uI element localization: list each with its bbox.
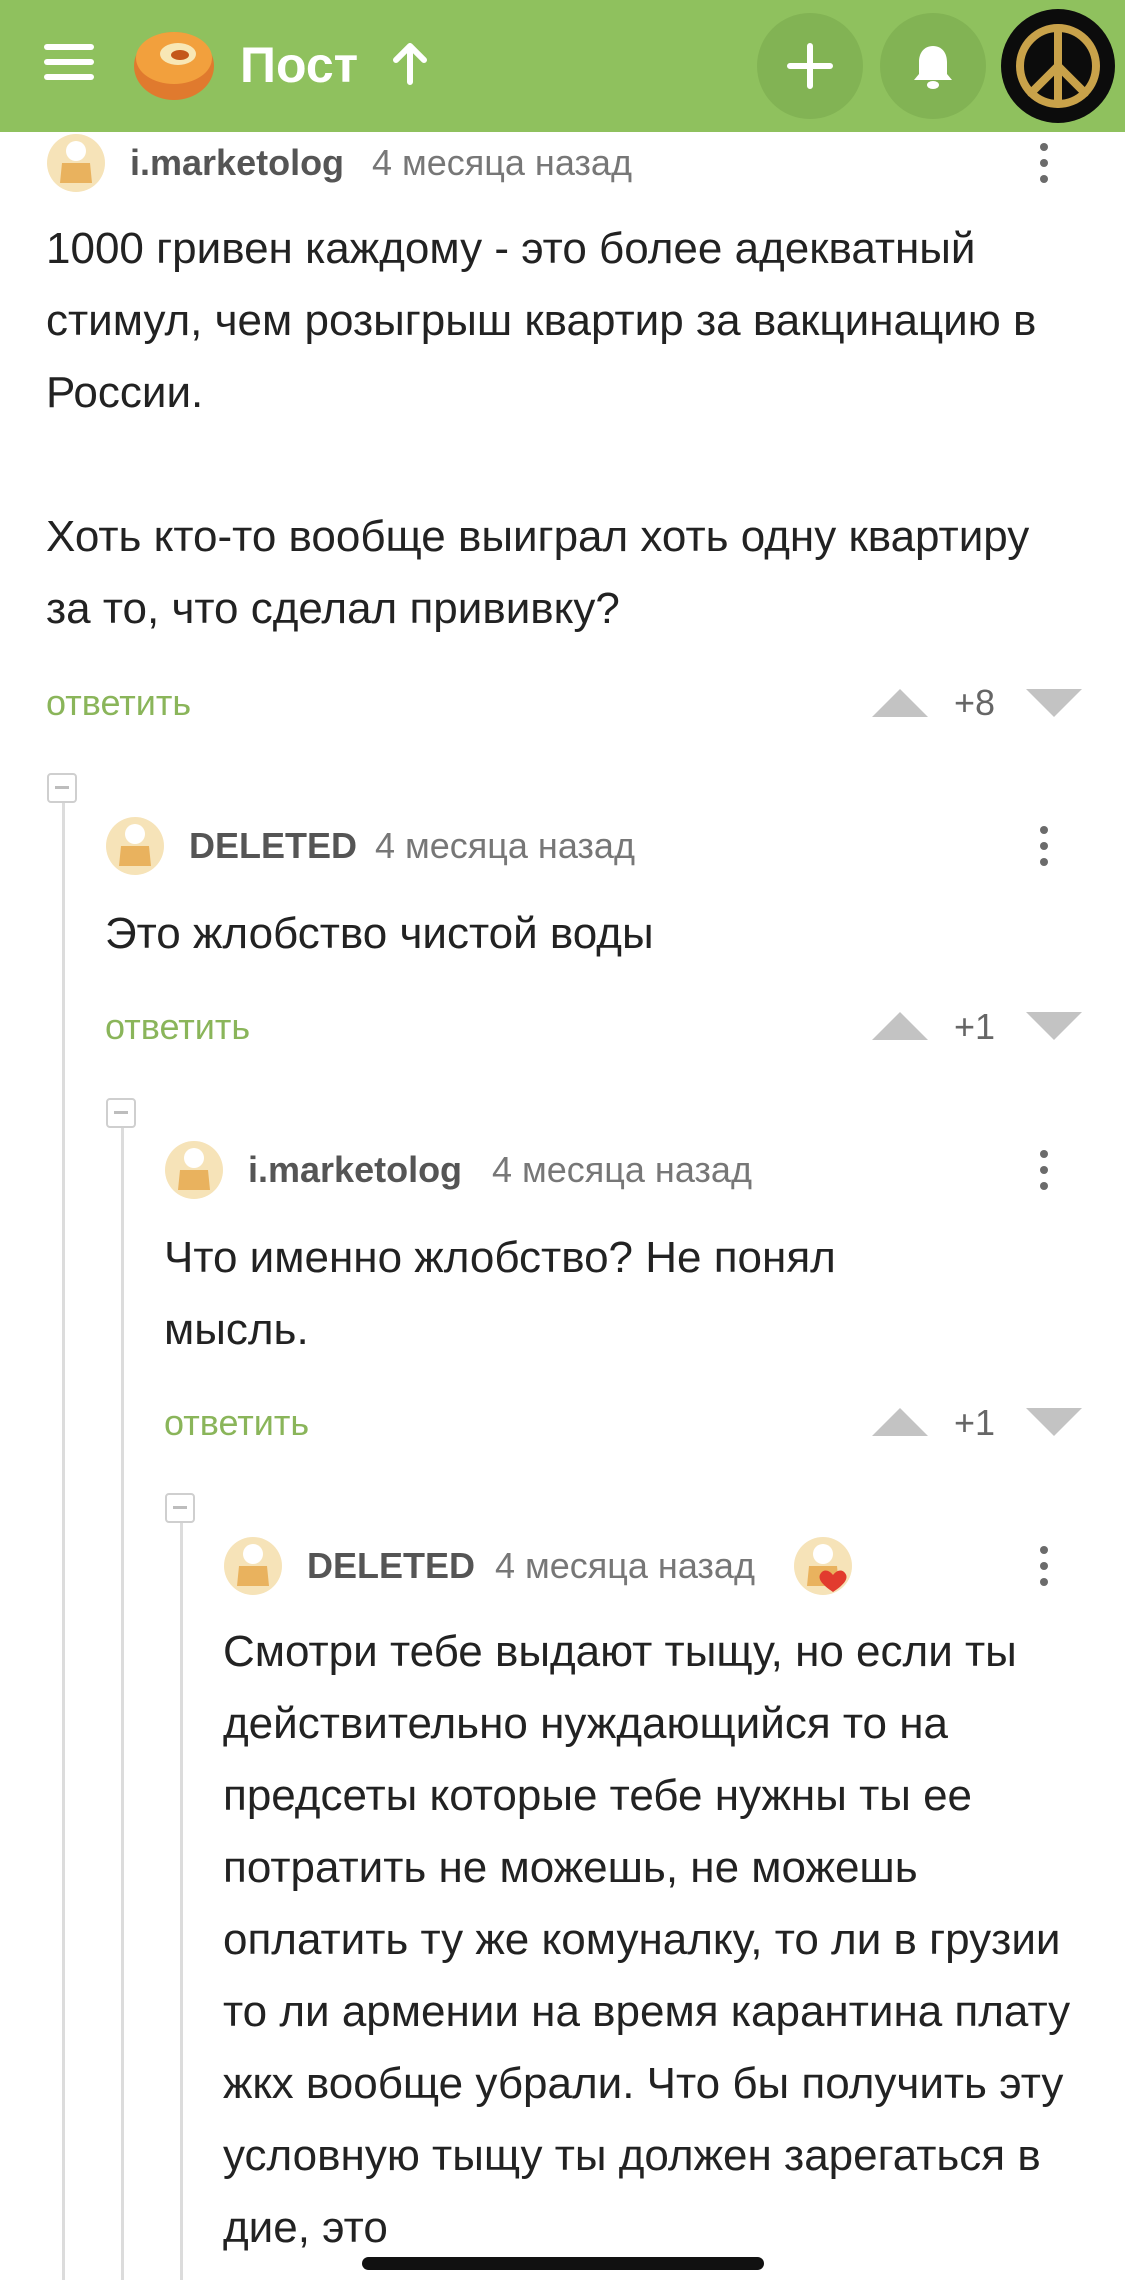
- more-options-icon[interactable]: [1024, 1536, 1064, 1596]
- upvote-icon[interactable]: [872, 689, 928, 717]
- plus-icon: [787, 43, 833, 89]
- thread-line: [180, 1520, 183, 2280]
- comment-score: +1: [954, 1006, 996, 1047]
- upvote-icon[interactable]: [872, 1012, 928, 1040]
- comment-text: Что именно жлобство? Не понял мысль.: [164, 1233, 836, 1354]
- peace-symbol-icon: [1016, 24, 1100, 108]
- reply-button[interactable]: ответить: [164, 1398, 309, 1448]
- page-title: Пост: [240, 37, 359, 93]
- comment: i.marketolog 4 месяца назад 1000 гривен …: [46, 133, 1086, 733]
- notifications-button[interactable]: [880, 13, 986, 119]
- user-avatar-icon[interactable]: [105, 816, 165, 876]
- comment-author[interactable]: i.marketolog: [248, 1140, 462, 1200]
- bell-icon: [914, 46, 952, 89]
- comment-text: Смотри тебе выдают тыщу, но если ты дейс…: [223, 1627, 1071, 2252]
- downvote-icon[interactable]: [1026, 689, 1082, 717]
- comment-time: 4 месяца назад: [495, 1545, 755, 1586]
- thread-line: [62, 800, 65, 2280]
- more-options-icon[interactable]: [1024, 133, 1064, 193]
- top-app-bar: Пост: [0, 0, 1125, 132]
- more-options-icon[interactable]: [1024, 1140, 1064, 1200]
- comment: i.marketolog 4 месяца назад Что именно ж…: [164, 1140, 1086, 1460]
- reply-button[interactable]: ответить: [46, 678, 191, 728]
- downvote-icon[interactable]: [1026, 1012, 1082, 1040]
- hamburger-menu-icon[interactable]: [44, 44, 94, 80]
- collapse-thread-button[interactable]: [106, 1098, 136, 1128]
- more-options-icon[interactable]: [1024, 816, 1064, 876]
- comment-text: 1000 гривен каждому - это более адекватн…: [46, 224, 1037, 633]
- comment-score: +1: [954, 1402, 996, 1443]
- comment-score: +8: [954, 682, 996, 723]
- downvote-icon[interactable]: [1026, 1408, 1082, 1436]
- comment-author[interactable]: i.marketolog: [130, 133, 344, 193]
- collapse-thread-button[interactable]: [47, 773, 77, 803]
- comment-time: 4 месяца назад: [372, 142, 632, 183]
- comment-time: 4 месяца назад: [375, 825, 635, 866]
- upvote-icon[interactable]: [872, 1408, 928, 1436]
- arrow-up-icon[interactable]: [390, 42, 430, 86]
- comment: DELETED 4 месяца назад Это жлобство чист…: [105, 816, 1086, 1056]
- collapse-thread-button[interactable]: [165, 1493, 195, 1523]
- user-avatar-icon[interactable]: [46, 133, 106, 193]
- comment-text: Это жлобство чистой воды: [105, 909, 654, 958]
- reply-button[interactable]: ответить: [105, 1002, 250, 1052]
- user-avatar[interactable]: [1001, 9, 1115, 123]
- user-avatar-icon[interactable]: [164, 1140, 224, 1200]
- home-indicator[interactable]: [362, 2257, 764, 2270]
- user-avatar-icon[interactable]: [223, 1536, 283, 1596]
- comment-author[interactable]: DELETED: [189, 816, 357, 876]
- comment-author[interactable]: DELETED: [307, 1536, 475, 1596]
- comment: DELETED 4 месяца назад Смотри тебе выдаю…: [223, 1536, 1086, 2280]
- heart-badge-icon: [794, 1537, 852, 1595]
- pikabu-logo-icon[interactable]: [128, 20, 216, 104]
- comment-time: 4 месяца назад: [492, 1149, 752, 1190]
- thread-line: [121, 1125, 124, 2280]
- add-post-button[interactable]: [757, 13, 863, 119]
